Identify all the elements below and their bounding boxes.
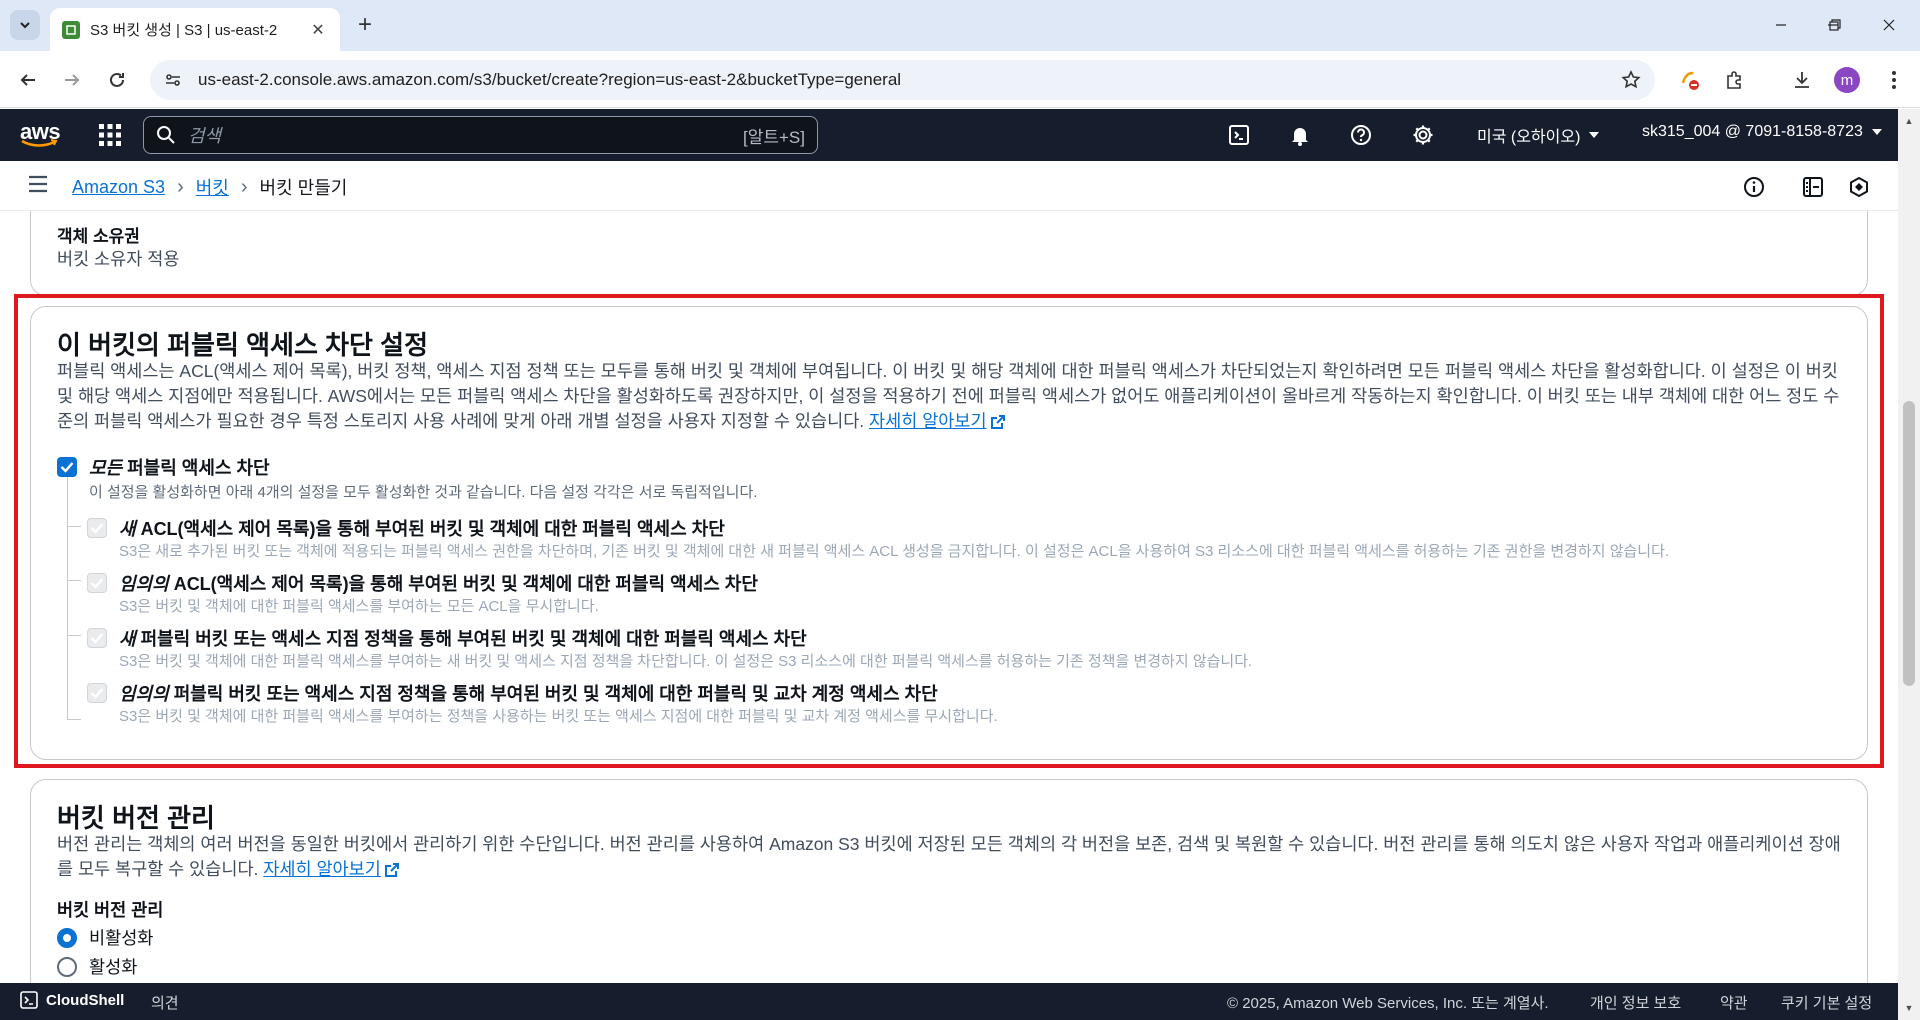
avatar: m (1834, 67, 1860, 93)
copyright-text: © 2025, Amazon Web Services, Inc. 또는 계열사… (1227, 995, 1549, 1012)
caret-down-icon (1871, 129, 1882, 135)
breadcrumb-buckets[interactable]: 버킷 (196, 174, 229, 200)
window-restore-button[interactable] (1812, 10, 1858, 40)
search-placeholder: 검색 (188, 126, 222, 146)
downloads-icon[interactable] (1786, 64, 1818, 96)
back-button[interactable] (12, 64, 44, 96)
object-ownership-value: 버킷 소유자 적용 (57, 249, 180, 269)
aws-top-navigation: aws 검색 [알트+S] 미국 (오하이오) sk315_004 @ 7091… (0, 109, 1898, 161)
versioning-title: 버킷 버전 관리 (57, 803, 215, 833)
cloudshell-button[interactable]: CloudShell (20, 991, 124, 1009)
region-selector[interactable]: 미국 (오하이오) (1477, 123, 1600, 147)
aws-logo[interactable]: aws (20, 119, 61, 147)
tab-close-icon[interactable]: ✕ (308, 20, 328, 40)
arrow-right-icon (65, 74, 80, 86)
bookmark-star-icon[interactable] (1621, 70, 1641, 90)
s3-favicon-icon (62, 20, 80, 39)
caret-down-icon (1589, 132, 1600, 138)
extensions-puzzle-icon[interactable] (1718, 64, 1750, 96)
side-nav-toggle-icon[interactable] (28, 175, 48, 193)
breadcrumb-current: 버킷 만들기 (259, 178, 348, 198)
main-content: 객체 소유권 버킷 소유자 적용 이 버킷의 퍼블릭 액세스 차단 설정 퍼블릭… (0, 211, 1898, 983)
account-selector[interactable]: sk315_004 @ 7091-8158-8723 (1642, 123, 1883, 141)
page-scrollbar[interactable]: ▲ ▼ (1898, 109, 1920, 1020)
restore-icon (1829, 19, 1841, 31)
search-shortcut-hint: [알트+S] (743, 127, 805, 147)
scroll-thumb[interactable] (1903, 401, 1915, 686)
breadcrumb: Amazon S3 › 버킷 › 버킷 만들기 (72, 174, 347, 200)
breadcrumb-bar: Amazon S3 › 버킷 › 버킷 만들기 (0, 161, 1898, 211)
versioning-description: 버전 관리는 객체의 여러 버전을 동일한 버킷에서 관리하기 위한 수단입니다… (57, 834, 1841, 879)
minimize-icon (1776, 24, 1786, 26)
versioning-field-label: 버킷 버전 관리 (57, 900, 164, 920)
new-tab-button[interactable]: + (352, 11, 378, 38)
browser-menu-icon[interactable] (1878, 64, 1910, 96)
browser-tab-strip: S3 버킷 생성 | S3 | us-east-2 ✕ + (0, 0, 1920, 51)
window-close-button[interactable] (1866, 10, 1912, 40)
scroll-up-icon[interactable]: ▲ (1903, 115, 1915, 127)
feedback-hex-icon[interactable] (1846, 174, 1872, 200)
close-icon (1883, 19, 1895, 31)
terms-link[interactable]: 약관 (1720, 992, 1748, 1013)
radio-label: 활성화 (89, 957, 138, 977)
site-info-icon[interactable] (164, 71, 182, 89)
cookie-preferences-link[interactable]: 쿠키 기본 설정 (1781, 992, 1872, 1013)
extension-blocked-icon[interactable] (1674, 64, 1706, 96)
radio-label: 비활성화 (89, 928, 154, 948)
versioning-option-enable[interactable]: 활성화 (57, 954, 137, 979)
versioning-option-disable[interactable]: 비활성화 (57, 925, 153, 950)
highlight-box (14, 294, 1884, 768)
reload-icon (110, 72, 124, 87)
privacy-link[interactable]: 개인 정보 보호 (1590, 992, 1681, 1013)
radio-enable[interactable] (57, 956, 77, 977)
object-ownership-container: 객체 소유권 버킷 소유자 적용 (30, 211, 1868, 296)
split-panel-icon[interactable] (1800, 174, 1826, 200)
external-link-icon (384, 863, 399, 878)
chevron-down-icon (20, 22, 30, 29)
tab-title: S3 버킷 생성 | S3 | us-east-2 (90, 22, 278, 39)
settings-gear-icon[interactable] (1410, 122, 1436, 148)
profile-button[interactable]: m (1831, 64, 1863, 96)
url-text: us-east-2.console.aws.amazon.com/s3/buck… (198, 70, 902, 89)
region-label: 미국 (오하이오) (1477, 129, 1581, 146)
radio-disable[interactable] (57, 927, 77, 948)
notifications-bell-icon[interactable] (1287, 122, 1313, 148)
browser-tab-active[interactable]: S3 버킷 생성 | S3 | us-east-2 ✕ (50, 8, 340, 51)
services-menu-icon[interactable] (98, 123, 122, 147)
arrow-left-icon (20, 74, 35, 86)
search-icon (157, 126, 175, 144)
cloudshell-icon[interactable] (1226, 122, 1252, 148)
versioning-container: 버킷 버전 관리 버전 관리는 객체의 여러 버전을 동일한 버킷에서 관리하기… (30, 779, 1868, 983)
reload-button[interactable] (101, 64, 133, 96)
aws-search-input[interactable]: 검색 [알트+S] (143, 116, 818, 154)
learn-more-link[interactable]: 자세히 알아보기 (263, 859, 381, 879)
object-ownership-label: 객체 소유권 (57, 227, 140, 246)
browser-toolbar: us-east-2.console.aws.amazon.com/s3/buck… (0, 51, 1920, 108)
cloudshell-icon (20, 991, 38, 1009)
window-minimize-button[interactable] (1758, 10, 1804, 40)
help-icon[interactable] (1348, 122, 1374, 148)
chevron-right-icon: › (240, 175, 248, 198)
console-footer: CloudShell 의견 © 2025, Amazon Web Service… (0, 983, 1898, 1020)
feedback-link[interactable]: 의견 (151, 992, 179, 1013)
tab-search-button[interactable] (10, 10, 40, 40)
chevron-right-icon: › (177, 175, 184, 198)
account-label: sk315_004 @ 7091-8158-8723 (1642, 123, 1863, 140)
scroll-down-icon[interactable]: ▼ (1903, 1002, 1915, 1014)
address-bar[interactable]: us-east-2.console.aws.amazon.com/s3/buck… (150, 60, 1655, 100)
breadcrumb-amazon-s3[interactable]: Amazon S3 (72, 177, 165, 198)
forward-button[interactable] (56, 64, 88, 96)
info-icon[interactable] (1741, 174, 1767, 200)
